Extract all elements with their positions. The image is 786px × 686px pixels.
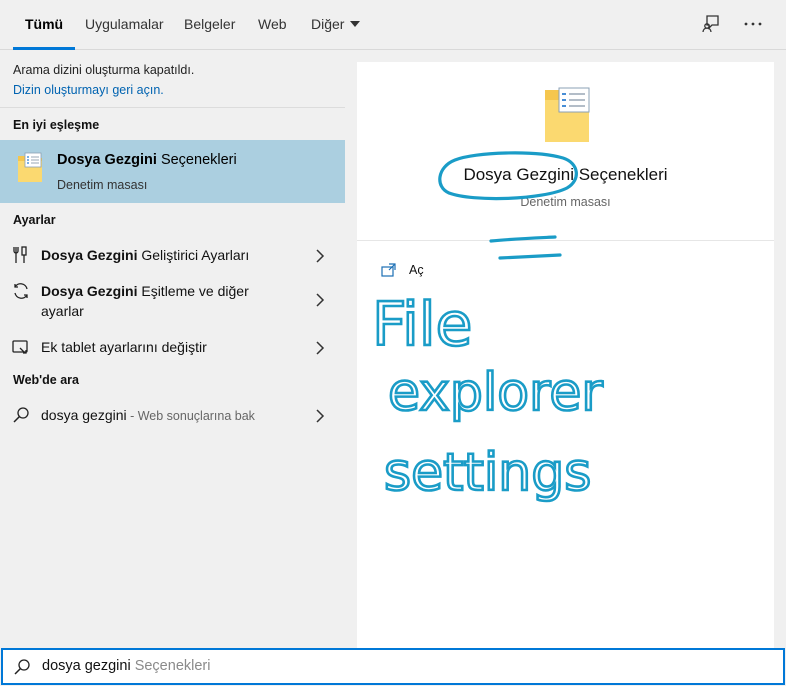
preview-title: Dosya Gezgini Seçenekleri bbox=[463, 165, 668, 184]
search-icon bbox=[14, 659, 30, 675]
settings-item-sync-line2: ayarlar bbox=[41, 303, 84, 319]
developer-tools-icon bbox=[11, 245, 31, 265]
preview-panel: Dosya Gezgini Seçenekleri Denetim masası… bbox=[357, 62, 774, 648]
settings-item-developer-rest: Geliştirici Ayarları bbox=[137, 247, 250, 263]
settings-item-developer-bold: Dosya Gezgini bbox=[41, 247, 138, 263]
folder-options-icon bbox=[18, 152, 42, 182]
preview-divider bbox=[357, 240, 774, 241]
best-match-title-bold: Dosya Gezgini bbox=[57, 152, 157, 168]
settings-item-sync[interactable]: Dosya Gezgini Eşitleme ve diğer ayarlar bbox=[0, 277, 345, 323]
settings-item-sync-label: Dosya Gezgini Eşitleme ve diğer ayarlar bbox=[41, 281, 249, 321]
preview-subtitle: Denetim masası bbox=[520, 195, 611, 209]
web-search-item[interactable]: dosya gezgini - Web sonuçlarına bak bbox=[0, 401, 345, 431]
chevron-down-icon bbox=[350, 21, 361, 27]
settings-item-developer[interactable]: Dosya Gezgini Geliştirici Ayarları bbox=[0, 241, 345, 271]
web-search-hint: - Web sonuçlarına bak bbox=[126, 409, 255, 423]
open-icon bbox=[381, 263, 396, 277]
web-search-header: Web'de ara bbox=[13, 373, 79, 387]
search-icon bbox=[11, 405, 31, 425]
tab-apps[interactable]: Uygulamalar bbox=[85, 0, 164, 50]
results-panel: Arama dizini oluşturma kapatıldı. Dizin … bbox=[0, 51, 345, 648]
chevron-right-icon bbox=[316, 293, 325, 307]
search-query-text: dosya gezgini bbox=[42, 658, 131, 674]
tablet-icon bbox=[11, 337, 31, 357]
indexing-notice: Arama dizini oluşturma kapatıldı. Dizin … bbox=[0, 51, 345, 108]
search-input[interactable]: dosya gezgini Seçenekleri bbox=[42, 658, 210, 674]
best-match-title: Dosya Gezgini Seçenekleri bbox=[57, 152, 237, 168]
chevron-right-icon bbox=[316, 249, 325, 263]
settings-item-tablet-rest: Ek tablet ayarlarını değiştir bbox=[41, 339, 207, 355]
chevron-right-icon bbox=[316, 341, 325, 355]
settings-item-sync-rest: Eşitleme ve diğer bbox=[137, 283, 249, 299]
best-match-header: En iyi eşleşme bbox=[13, 118, 100, 132]
settings-header: Ayarlar bbox=[13, 213, 56, 227]
tab-all[interactable]: Tümü bbox=[12, 0, 76, 50]
settings-item-sync-bold: Dosya Gezgini bbox=[41, 283, 138, 299]
tab-web[interactable]: Web bbox=[258, 0, 287, 50]
settings-item-tablet[interactable]: Ek tablet ayarlarını değiştir bbox=[0, 333, 345, 363]
folder-options-icon bbox=[545, 87, 590, 142]
indexing-notice-text: Arama dizini oluşturma kapatıldı. bbox=[13, 63, 195, 77]
open-action-label: Aç bbox=[409, 263, 424, 277]
filter-tab-bar: Tümü Uygulamalar Belgeler Web Diğer bbox=[0, 0, 786, 50]
best-match-title-rest: Seçenekleri bbox=[156, 152, 237, 168]
chevron-right-icon bbox=[316, 409, 325, 423]
settings-item-tablet-label: Ek tablet ayarlarını değiştir bbox=[41, 337, 207, 357]
enable-indexing-link[interactable]: Dizin oluşturmayı geri açın. bbox=[13, 83, 164, 97]
search-autocomplete-suggestion: Seçenekleri bbox=[130, 658, 211, 674]
more-options-icon[interactable] bbox=[742, 13, 764, 35]
tab-documents[interactable]: Belgeler bbox=[184, 0, 235, 50]
tab-more[interactable]: Diğer bbox=[311, 0, 361, 50]
settings-item-developer-label: Dosya Gezgini Geliştirici Ayarları bbox=[41, 245, 249, 265]
web-search-query: dosya gezgini bbox=[41, 407, 127, 423]
search-box[interactable]: dosya gezgini Seçenekleri bbox=[1, 648, 785, 685]
tab-more-label: Diğer bbox=[311, 16, 345, 32]
best-match-subtitle: Denetim masası bbox=[57, 178, 148, 192]
sync-icon bbox=[11, 281, 31, 301]
open-action[interactable]: Aç bbox=[381, 260, 424, 280]
web-search-label: dosya gezgini - Web sonuçlarına bak bbox=[41, 405, 255, 426]
feedback-icon[interactable] bbox=[700, 13, 722, 35]
best-match-item[interactable]: Dosya Gezgini Seçenekleri Denetim masası bbox=[0, 140, 345, 203]
